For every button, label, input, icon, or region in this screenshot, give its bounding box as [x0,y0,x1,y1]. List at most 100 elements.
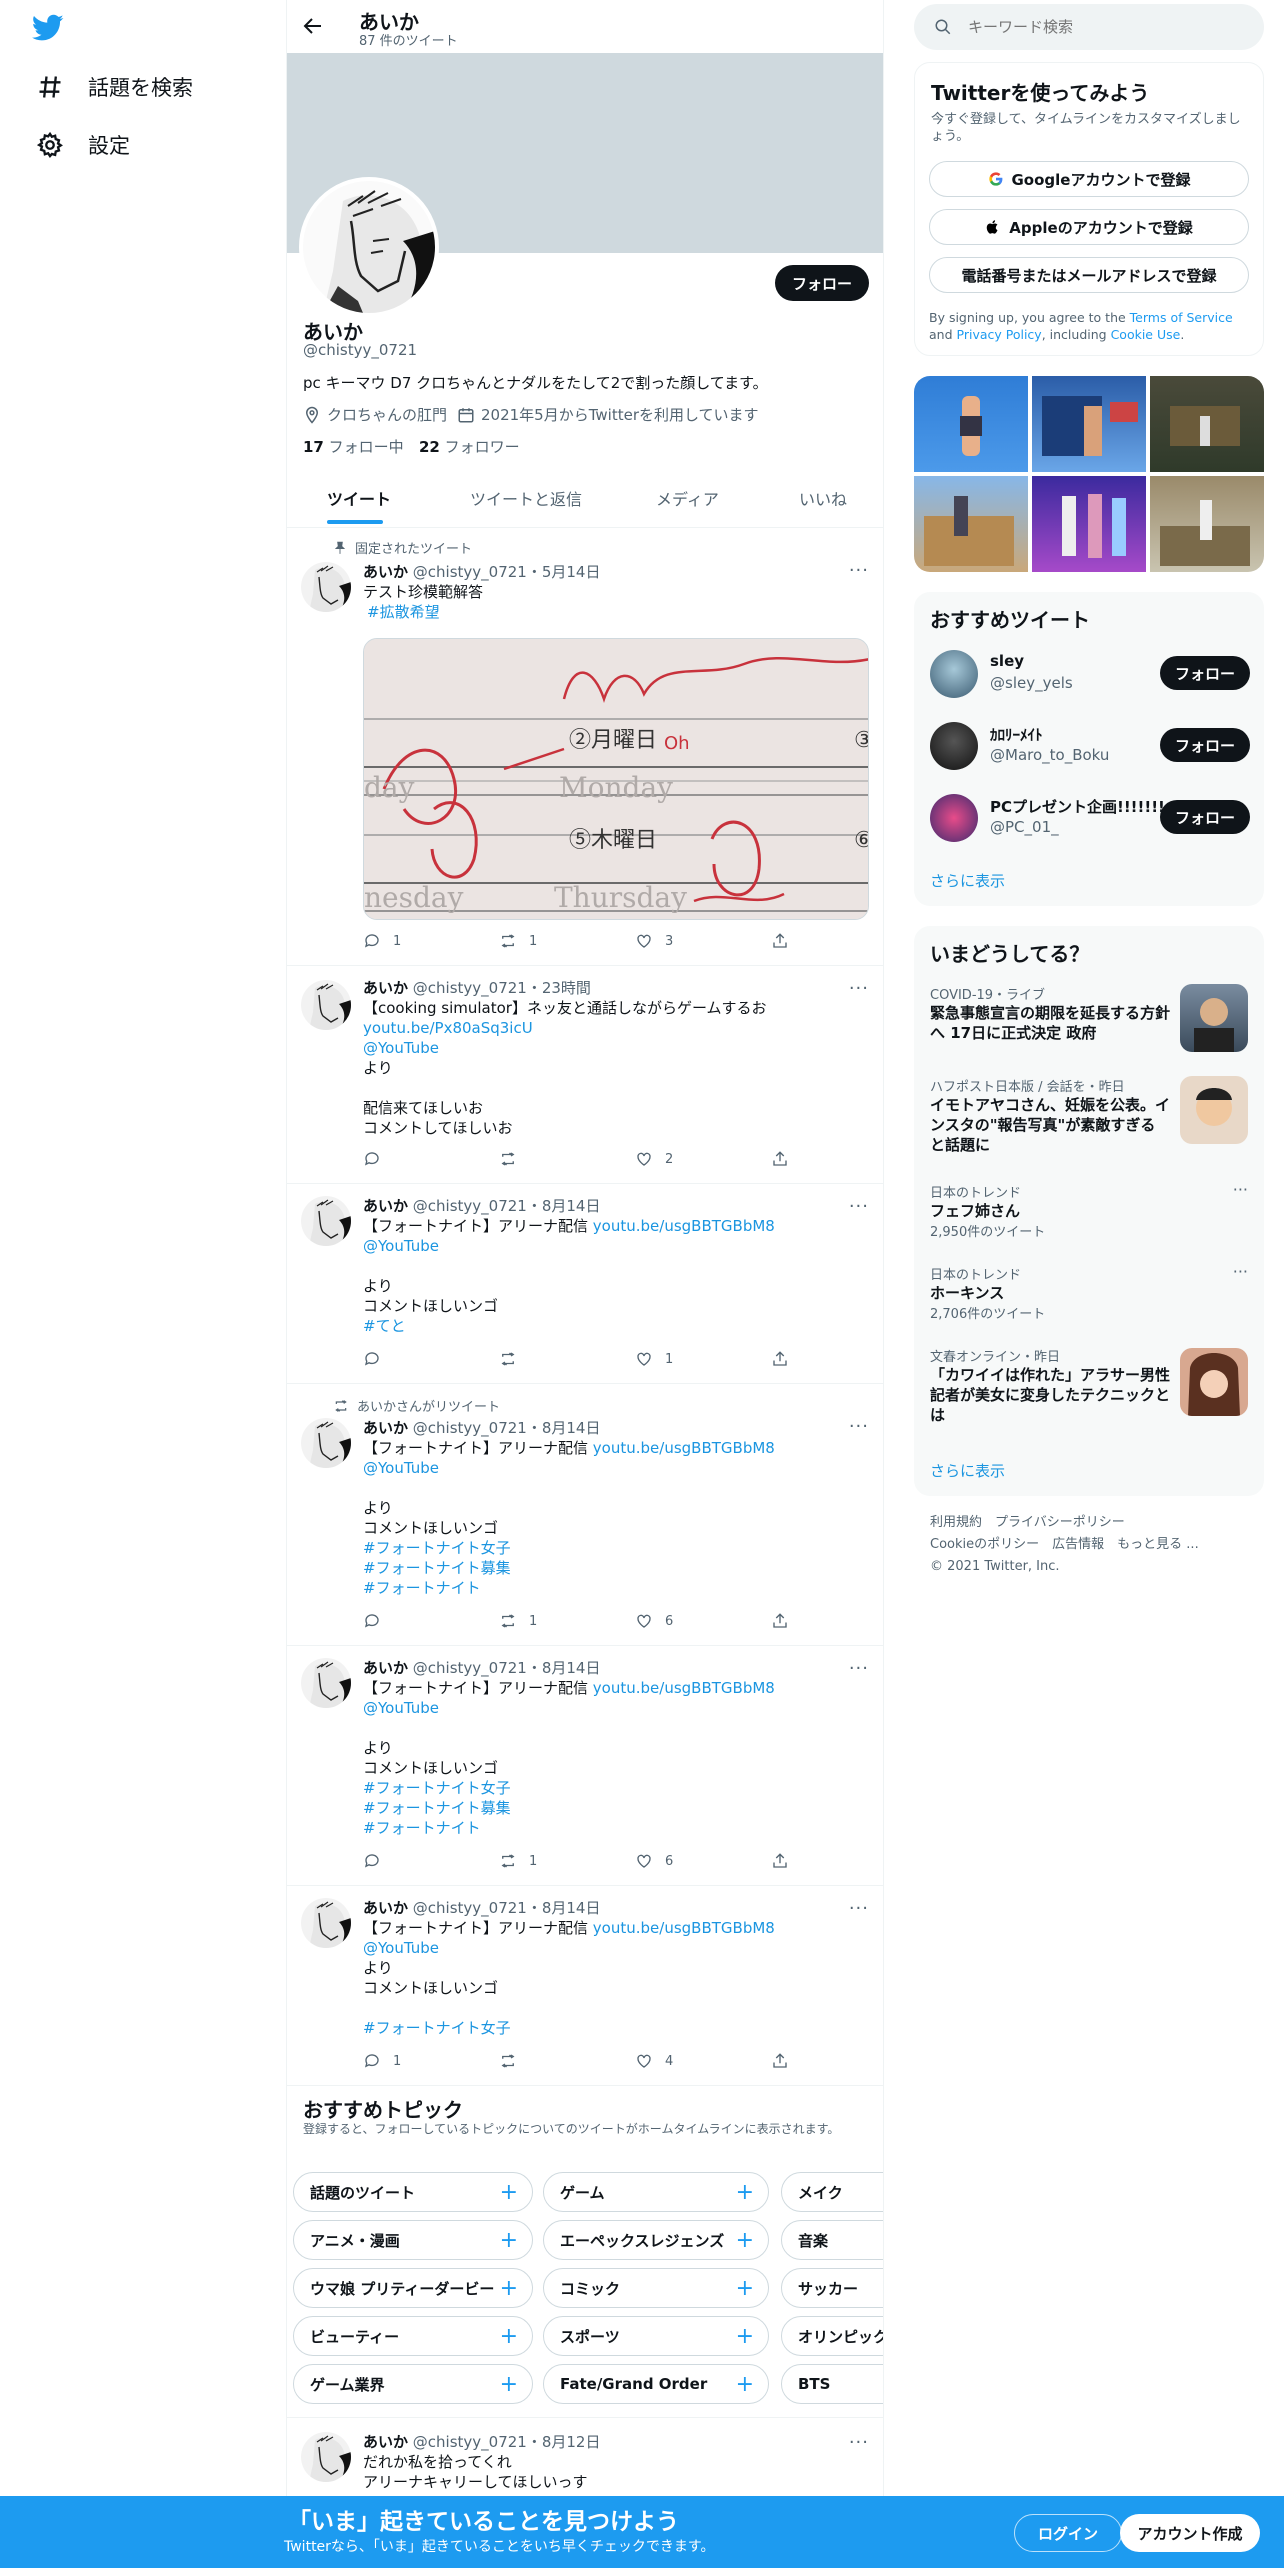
tweet-meta[interactable]: @chistyy_0721・23時間 [413,979,591,997]
footer-link[interactable]: 広告情報 [1052,1537,1104,1552]
more-options-icon[interactable]: ··· [1233,1262,1248,1281]
more-options-icon[interactable]: ··· [849,1898,869,1919]
tweet-avatar[interactable] [301,1196,351,1246]
more-options-icon[interactable]: ··· [849,1658,869,1679]
tweet-author[interactable]: あいか [363,2433,408,2451]
footer-link[interactable]: もっと見る ... [1117,1537,1199,1552]
media-thumb[interactable] [1032,476,1146,572]
topic-chip[interactable]: アニメ・漫画 + [293,2220,533,2260]
hashtag-link[interactable]: #フォートナイト [363,1578,871,1598]
google-signup-button[interactable]: Googleアカウントで登録 [929,161,1249,197]
mention-link[interactable]: @YouTube [363,1038,871,1058]
tweet-avatar[interactable] [301,1418,351,1468]
tweet-avatar[interactable] [301,1898,351,1948]
tweet-author[interactable]: あいか [363,1659,408,1677]
topic-chip[interactable]: ビューティー + [293,2316,533,2356]
topic-chip[interactable]: オリンピック [781,2316,883,2356]
media-thumb[interactable] [1150,376,1264,472]
tweet-meta[interactable]: @chistyy_0721・8月12日 [413,2433,601,2451]
reply-button[interactable] [363,1350,393,1368]
tweet[interactable]: あいか @chistyy_0721・8月14日 【フォートナイト】アリーナ配信 … [287,1886,883,2086]
tab-tweets-replies[interactable]: ツイートと返信 [470,486,582,510]
search-box[interactable] [914,4,1264,50]
tweet-author[interactable]: あいか [363,1197,408,1215]
tweet[interactable]: あいか @chistyy_0721・8月14日 【フォートナイト】アリーナ配信 … [287,1184,883,1384]
follow-button[interactable]: フォロー [1160,728,1250,762]
tweet-link[interactable]: youtu.be/Px80aSq3icU [363,1018,871,1038]
hashtag-link[interactable]: #フォートナイト募集 [363,1798,871,1818]
twitter-logo-icon[interactable] [31,14,64,46]
hashtag-link[interactable]: #フォートナイト女子 [363,2018,871,2038]
follow-button[interactable]: フォロー [1160,800,1250,834]
tweet-meta[interactable]: @chistyy_0721・8月14日 [413,1419,601,1437]
like-button[interactable]: 3 [635,932,673,950]
trend-item[interactable]: ハフポスト日本版 / 会話を・昨日 イモトアヤコさん、妊娠を公表。インスタの"報… [930,1076,1170,1155]
trend-item[interactable]: 日本のトレンド ホーキンス 2,706件のツイート [930,1264,1250,1322]
hashtag-link[interactable]: #フォートナイト [363,1818,871,1838]
hashtag-link[interactable]: #てと [363,1316,871,1336]
like-button[interactable]: 1 [635,1350,673,1368]
media-thumb[interactable] [1032,376,1146,472]
tweet-meta[interactable]: @chistyy_0721・8月14日 [413,1659,601,1677]
tweet-avatar[interactable] [301,980,351,1030]
back-arrow-icon[interactable] [301,14,325,38]
tweet-avatar[interactable] [301,562,351,612]
topic-chip[interactable]: 話題のツイート + [293,2172,533,2212]
tweet-avatar[interactable] [301,1658,351,1708]
hashtag-link[interactable]: #フォートナイト女子 [363,1778,871,1798]
like-button[interactable]: 2 [635,1150,673,1168]
trend-image[interactable] [1180,984,1248,1052]
share-button[interactable] [771,2052,789,2070]
tweet-link[interactable]: youtu.be/usgBBTGBbM8 [593,1439,775,1457]
tab-media[interactable]: メディア [656,486,719,510]
nav-settings[interactable]: 設定 [36,130,130,160]
tweet-author[interactable]: あいか [363,979,408,997]
like-button[interactable]: 4 [635,2052,673,2070]
mention-link[interactable]: @YouTube [363,1458,871,1478]
follow-button[interactable]: フォロー [775,265,869,301]
footer-link[interactable]: Cookieのポリシー [930,1537,1039,1552]
profile-avatar[interactable] [299,177,439,317]
media-thumb[interactable] [914,476,1028,572]
share-button[interactable] [771,932,789,950]
topic-chip[interactable]: コミック + [543,2268,769,2308]
trend-item[interactable]: 文春オンライン・昨日 「カワイイは作れた」アラサー男性記者が美女に変身したテクニ… [930,1346,1170,1425]
signup-button[interactable]: アカウント作成 [1120,2514,1260,2552]
tweet-author[interactable]: あいか [363,1899,408,1917]
more-options-icon[interactable]: ··· [849,978,869,999]
follow-button[interactable]: フォロー [1160,656,1250,690]
tweet[interactable]: あいか @chistyy_0721・23時間 【cooking simulato… [287,966,883,1184]
hashtag-link[interactable]: #フォートナイト女子 [363,1538,871,1558]
share-button[interactable] [771,1350,789,1368]
hashtag-link[interactable]: #フォートナイト募集 [363,1558,871,1578]
recommended-user[interactable]: sley @sley_yels フォロー [930,648,1250,700]
trend-item[interactable]: COVID-19・ライブ 緊急事態宣言の期限を延長する方針へ 17日に正式決定 … [930,984,1170,1043]
recommended-user[interactable]: PCプレゼント企画!!!!!!! @PC_01_ フォロー [930,792,1250,844]
tweet-author[interactable]: あいか [363,563,408,581]
topic-chip[interactable]: Fate/Grand Order + [543,2364,769,2404]
retweet-button[interactable] [499,2052,529,2070]
reply-button[interactable] [363,1612,393,1630]
topic-chip[interactable]: エーペックスレジェンズ + [543,2220,769,2260]
retweet-button[interactable]: 1 [499,932,537,950]
cookie-link[interactable]: Cookie Use [1111,327,1181,342]
reply-button[interactable] [363,1852,393,1870]
topic-chip[interactable]: メイク [781,2172,883,2212]
retweet-button[interactable]: 1 [499,1612,537,1630]
search-input[interactable] [968,18,1228,36]
topic-chip[interactable]: BTS [781,2364,883,2404]
trend-image[interactable] [1180,1348,1248,1416]
mention-link[interactable]: @YouTube [363,1938,871,1958]
tweet-meta[interactable]: @chistyy_0721・8月14日 [413,1899,601,1917]
tweet-author[interactable]: あいか [363,1419,408,1437]
tweet-link[interactable]: youtu.be/usgBBTGBbM8 [593,1919,775,1937]
show-more-link[interactable]: さらに表示 [930,1460,1005,1481]
retweet-button[interactable] [499,1150,529,1168]
avatar[interactable] [930,794,978,842]
login-button[interactable]: ログイン [1014,2514,1122,2552]
tweet-meta[interactable]: @chistyy_0721・5月14日 [413,563,601,581]
share-button[interactable] [771,1150,789,1168]
trend-image[interactable] [1180,1076,1248,1144]
reply-button[interactable]: 1 [363,932,401,950]
tweet-avatar[interactable] [301,2432,351,2482]
